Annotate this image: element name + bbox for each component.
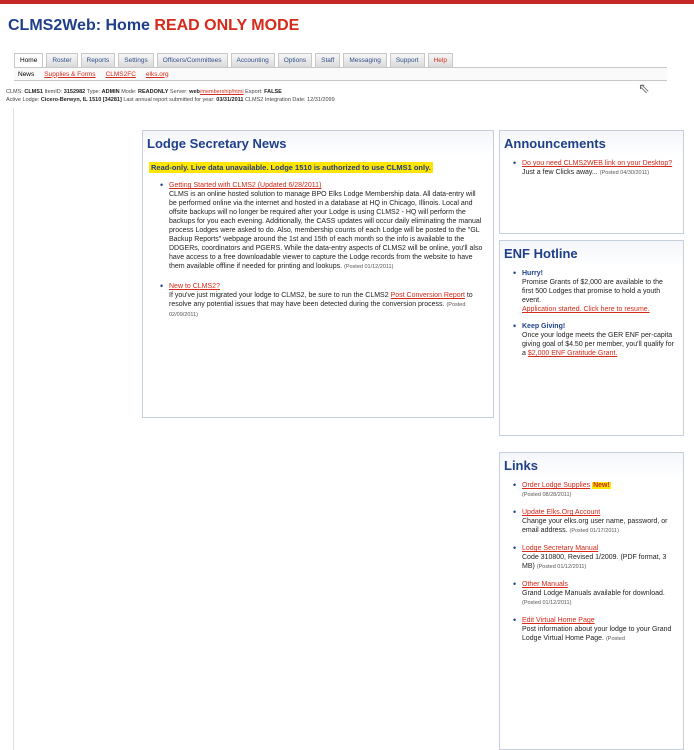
- list-item: Other Manuals Grand Lodge Manuals availa…: [510, 580, 675, 608]
- update-account-link[interactable]: Update Elks.Org Account: [522, 509, 600, 516]
- edit-virtual-home-page-link[interactable]: Edit Virtual Home Page: [522, 617, 595, 624]
- list-item: Lodge Secretary Manual Code 310800, Revi…: [510, 544, 675, 572]
- tab-officers-committees[interactable]: Officers/Committees: [156, 53, 228, 67]
- tab-settings[interactable]: Settings: [118, 53, 154, 67]
- tab-accounting[interactable]: Accounting: [230, 53, 275, 67]
- top-accent-bar: [0, 0, 694, 4]
- lodge-secretary-news-panel: Lodge Secretary News Read-only. Live dat…: [142, 130, 494, 418]
- new-to-clms2-link[interactable]: New to CLMS2?: [169, 283, 220, 290]
- session-info-line: CLMS: CLMS1 ItemID: 3152982 Type: ADMIN …: [6, 89, 282, 95]
- left-divider: [13, 108, 14, 750]
- secretary-manual-link[interactable]: Lodge Secretary Manual: [522, 545, 598, 552]
- tab-messaging[interactable]: Messaging: [343, 53, 387, 67]
- gratitude-grant-link[interactable]: $2,000 ENF Gratitude Grant.: [528, 350, 618, 357]
- sub-tab-supplies-forms[interactable]: Supplies & Forms: [44, 71, 95, 78]
- application-resume-link[interactable]: Application started. Click here to resum…: [522, 306, 650, 313]
- list-item: Update Elks.Org Account Change your elks…: [510, 508, 675, 536]
- order-supplies-link[interactable]: Order Lodge Supplies: [522, 482, 590, 489]
- list-item: Order Lodge Supplies New! (Posted 08/28/…: [510, 481, 675, 500]
- news-panel-title: Lodge Secretary News: [143, 131, 493, 157]
- server-path-link[interactable]: /membership/html: [200, 89, 244, 95]
- tab-help[interactable]: Help: [427, 53, 453, 67]
- active-lodge-line: Active Lodge: Cicero-Berwyn, IL 1510 [34…: [6, 97, 335, 103]
- sub-tab-clms2fc[interactable]: CLMS2FC: [106, 71, 136, 78]
- new-badge: New!: [592, 482, 611, 489]
- main-tab-bar: Home Roster Reports Settings Officers/Co…: [14, 48, 456, 67]
- sub-tab-elks-org[interactable]: elks.org: [146, 71, 169, 78]
- tab-support[interactable]: Support: [389, 53, 425, 67]
- list-item: Keep Giving! Once your lodge meets the G…: [510, 322, 675, 358]
- links-title: Links: [500, 453, 683, 479]
- mouse-pointer-icon: ⇖: [638, 80, 650, 96]
- links-panel: Links Order Lodge Supplies New! (Posted …: [499, 452, 684, 750]
- announcements-title: Announcements: [500, 131, 683, 157]
- desktop-link[interactable]: Do you need CLMS2WEB link on your Deskto…: [522, 160, 672, 167]
- other-manuals-link[interactable]: Other Manuals: [522, 581, 568, 588]
- list-item: Hurry! Promise Grants of $2,000 are avai…: [510, 269, 675, 314]
- list-item: Edit Virtual Home Page Post information …: [510, 616, 675, 644]
- page-title-text: CLMS2Web: Home: [8, 17, 150, 34]
- announcements-panel: Announcements Do you need CLMS2WEB link …: [499, 130, 684, 234]
- list-item: Getting Started with CLMS2 (Updated 6/28…: [157, 181, 485, 272]
- page-title: CLMS2Web: Home READ ONLY MODE: [8, 17, 299, 35]
- read-only-mode-label: READ ONLY MODE: [154, 17, 300, 34]
- getting-started-link[interactable]: Getting Started with CLMS2 (Updated 6/28…: [169, 182, 321, 189]
- tab-options[interactable]: Options: [277, 53, 313, 67]
- tab-roster[interactable]: Roster: [46, 53, 78, 67]
- read-only-notice: Read-only. Live data unavailable. Lodge …: [149, 162, 433, 173]
- list-item: New to CLMS2? If you've just migrated yo…: [157, 282, 485, 320]
- enf-hotline-title: ENF Hotline: [500, 241, 683, 267]
- tab-home[interactable]: Home: [14, 53, 44, 67]
- sub-tab-news[interactable]: News: [18, 71, 34, 78]
- tab-reports[interactable]: Reports: [80, 53, 116, 67]
- list-item: Do you need CLMS2WEB link on your Deskto…: [510, 159, 675, 178]
- enf-hotline-panel: ENF Hotline Hurry! Promise Grants of $2,…: [499, 240, 684, 436]
- sub-tab-bar: News Supplies & Forms CLMS2FC elks.org: [14, 67, 667, 81]
- post-conversion-report-link[interactable]: Post Conversion Report: [391, 292, 465, 299]
- tab-staff[interactable]: Staff: [315, 53, 341, 67]
